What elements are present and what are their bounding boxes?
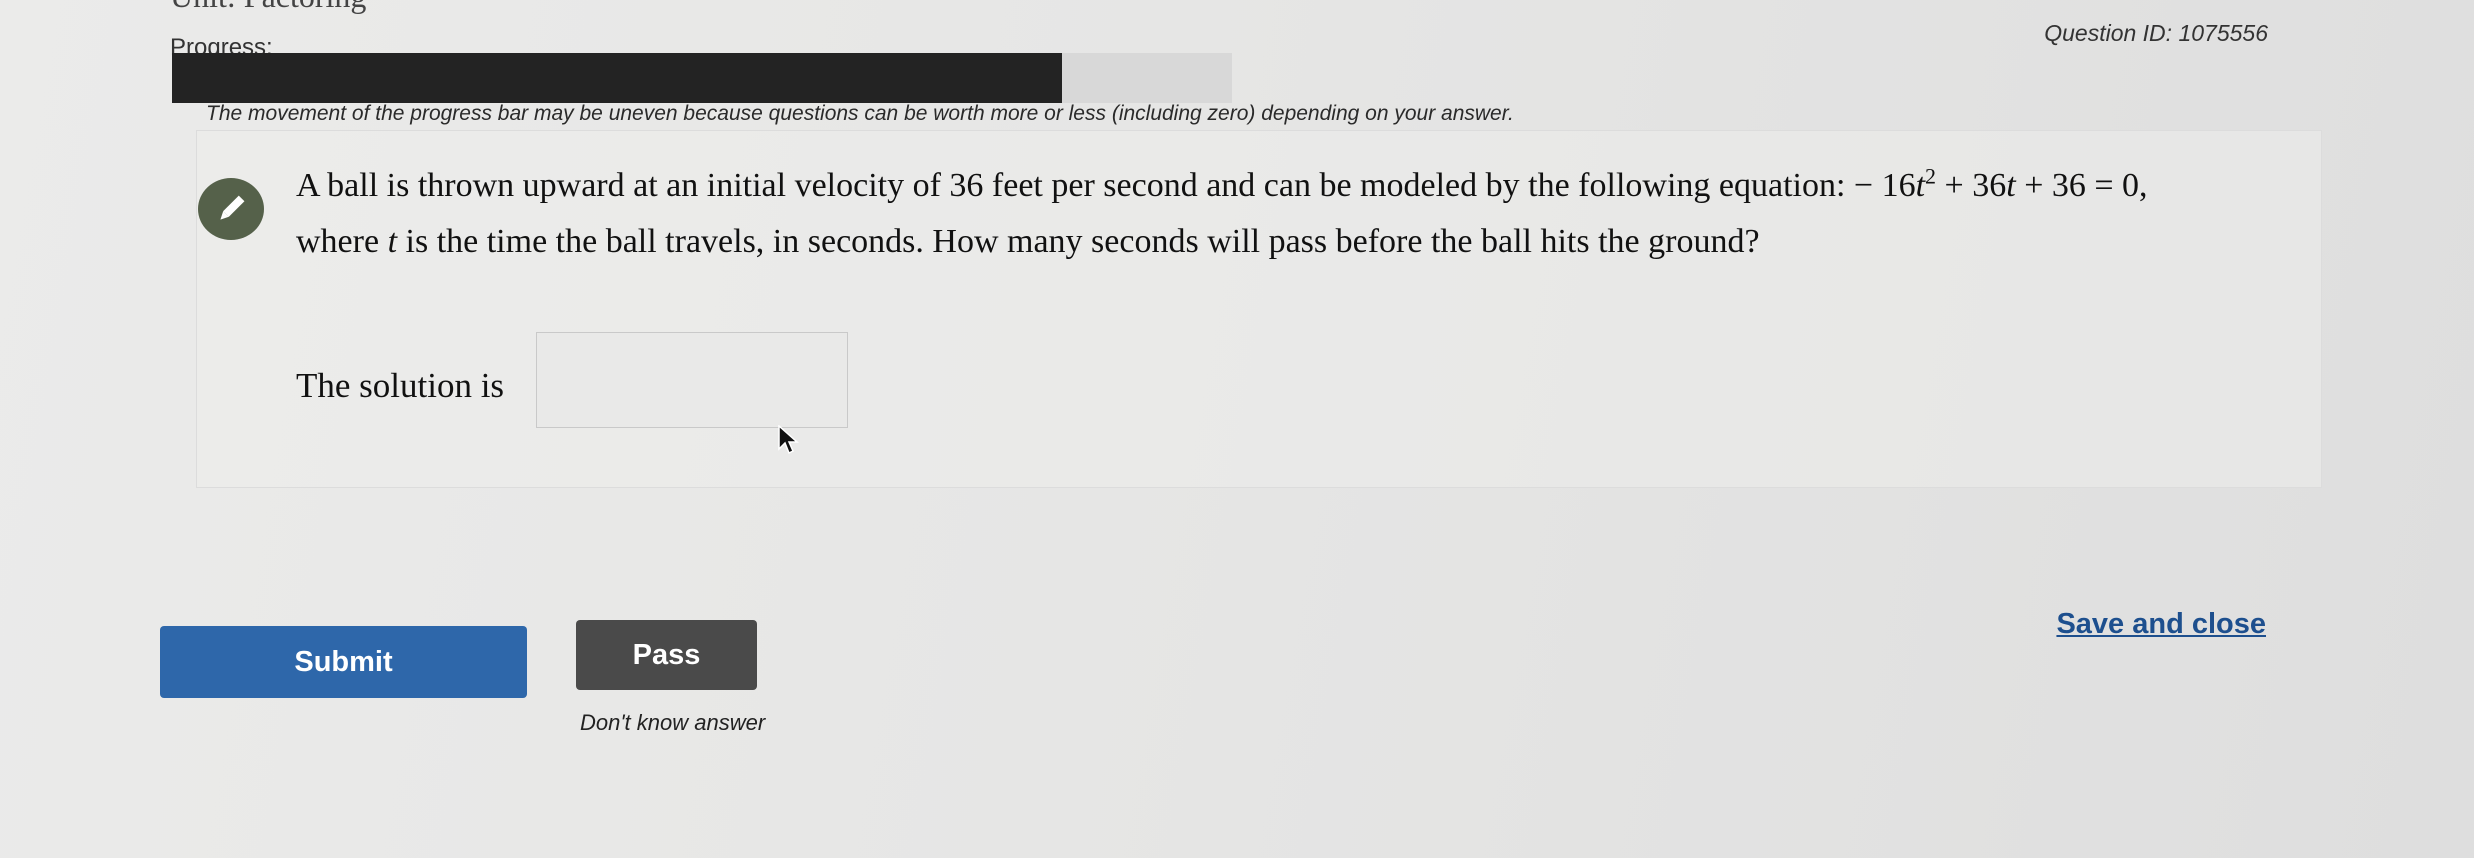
- question-text-part: is the time the ball travels, in seconds…: [397, 223, 1760, 260]
- variable-t: t: [1915, 167, 1926, 204]
- save-and-close-link[interactable]: Save and close: [2056, 608, 2266, 641]
- pencil-icon: [198, 178, 264, 240]
- answer-input[interactable]: [536, 332, 848, 428]
- pass-button[interactable]: Pass: [576, 620, 757, 690]
- question-id: Question ID: 1075556: [2044, 20, 2268, 46]
- question-text-part: + 36 = 0,: [2015, 167, 2148, 204]
- progress-note: The movement of the progress bar may be …: [206, 102, 1514, 125]
- question-text-part: A ball is thrown upward at an initial ve…: [296, 167, 1916, 204]
- dont-know-label: Don't know answer: [580, 710, 766, 735]
- variable-t: t: [2006, 167, 2016, 204]
- variable-t: t: [387, 223, 398, 260]
- question-text-part: where: [296, 223, 388, 260]
- unit-title: Unit: Factoring: [170, 0, 366, 15]
- solution-label: The solution is: [296, 366, 505, 405]
- submit-button[interactable]: Submit: [160, 626, 527, 698]
- question-text: A ball is thrown upward at an initial ve…: [296, 158, 2306, 270]
- progress-bar: [172, 53, 1232, 103]
- progress-bar-fill: [172, 53, 1063, 103]
- mouse-pointer-icon: [778, 424, 800, 462]
- question-text-part: + 36: [1936, 167, 2007, 204]
- exponent: 2: [1925, 163, 1937, 189]
